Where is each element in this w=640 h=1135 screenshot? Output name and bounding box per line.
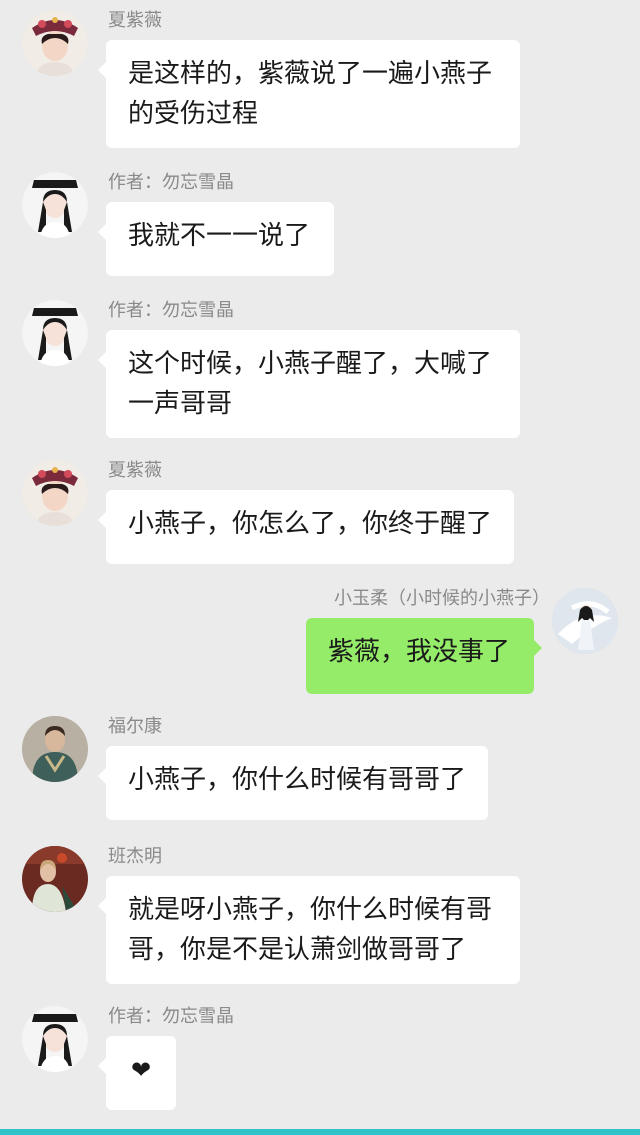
message-bubble[interactable]: 紫薇，我没事了	[306, 618, 542, 694]
ziwei-avatar[interactable]	[22, 460, 88, 526]
banjieming-avatar[interactable]	[22, 846, 88, 912]
message-text: 就是呀小燕子，你什么时候有哥 哥，你是不是认萧剑做哥哥了	[128, 895, 493, 965]
heart-icon: ❤	[130, 1056, 152, 1084]
author-avatar[interactable]	[22, 300, 88, 366]
sender-name: 小玉柔（小时候的小燕子）	[334, 588, 550, 609]
message-text: 紫薇，我没事了	[328, 637, 511, 667]
message-bubble[interactable]: 就是呀小燕子，你什么时候有哥 哥，你是不是认萧剑做哥哥了	[98, 876, 520, 984]
xiaoyurou-avatar[interactable]	[552, 588, 618, 654]
message-bubble[interactable]: ❤	[98, 1036, 176, 1110]
message-bubble[interactable]: 是这样的，紫薇说了一遍小燕子 的受伤过程	[98, 40, 520, 148]
message-text: 我就不一一说了	[128, 221, 311, 251]
sender-name: 作者：勿忘雪晶	[108, 300, 234, 321]
sender-name: 夏紫薇	[108, 10, 162, 31]
message-bubble[interactable]: 小燕子，你什么时候有哥哥了	[98, 746, 488, 820]
sender-name: 夏紫薇	[108, 460, 162, 481]
author-avatar[interactable]	[22, 1006, 88, 1072]
message-bubble[interactable]: 这个时候，小燕子醒了，大喊了 一声哥哥	[98, 330, 520, 438]
bottom-bar	[0, 1129, 640, 1135]
message-bubble[interactable]: 我就不一一说了	[98, 202, 334, 276]
sender-name: 班杰明	[108, 846, 162, 867]
author-avatar[interactable]	[22, 172, 88, 238]
message-text: 是这样的，紫薇说了一遍小燕子 的受伤过程	[128, 59, 493, 129]
message-text: 这个时候，小燕子醒了，大喊了 一声哥哥	[128, 349, 493, 419]
sender-name: 作者：勿忘雪晶	[108, 172, 234, 193]
ziwei-avatar[interactable]	[22, 10, 88, 76]
message-bubble[interactable]: 小燕子，你怎么了，你终于醒了	[98, 490, 514, 564]
message-text: 小燕子，你什么时候有哥哥了	[128, 765, 467, 795]
sender-name: 作者：勿忘雪晶	[108, 1006, 234, 1027]
chat-area[interactable]: 夏紫薇 是这样的，紫薇说了一遍小燕子 的受伤过程 作者：勿忘雪晶 我就不一一说了	[0, 0, 640, 1135]
sender-name: 福尔康	[108, 716, 162, 737]
message-text: 小燕子，你怎么了，你终于醒了	[128, 509, 493, 539]
erkang-avatar[interactable]	[22, 716, 88, 782]
